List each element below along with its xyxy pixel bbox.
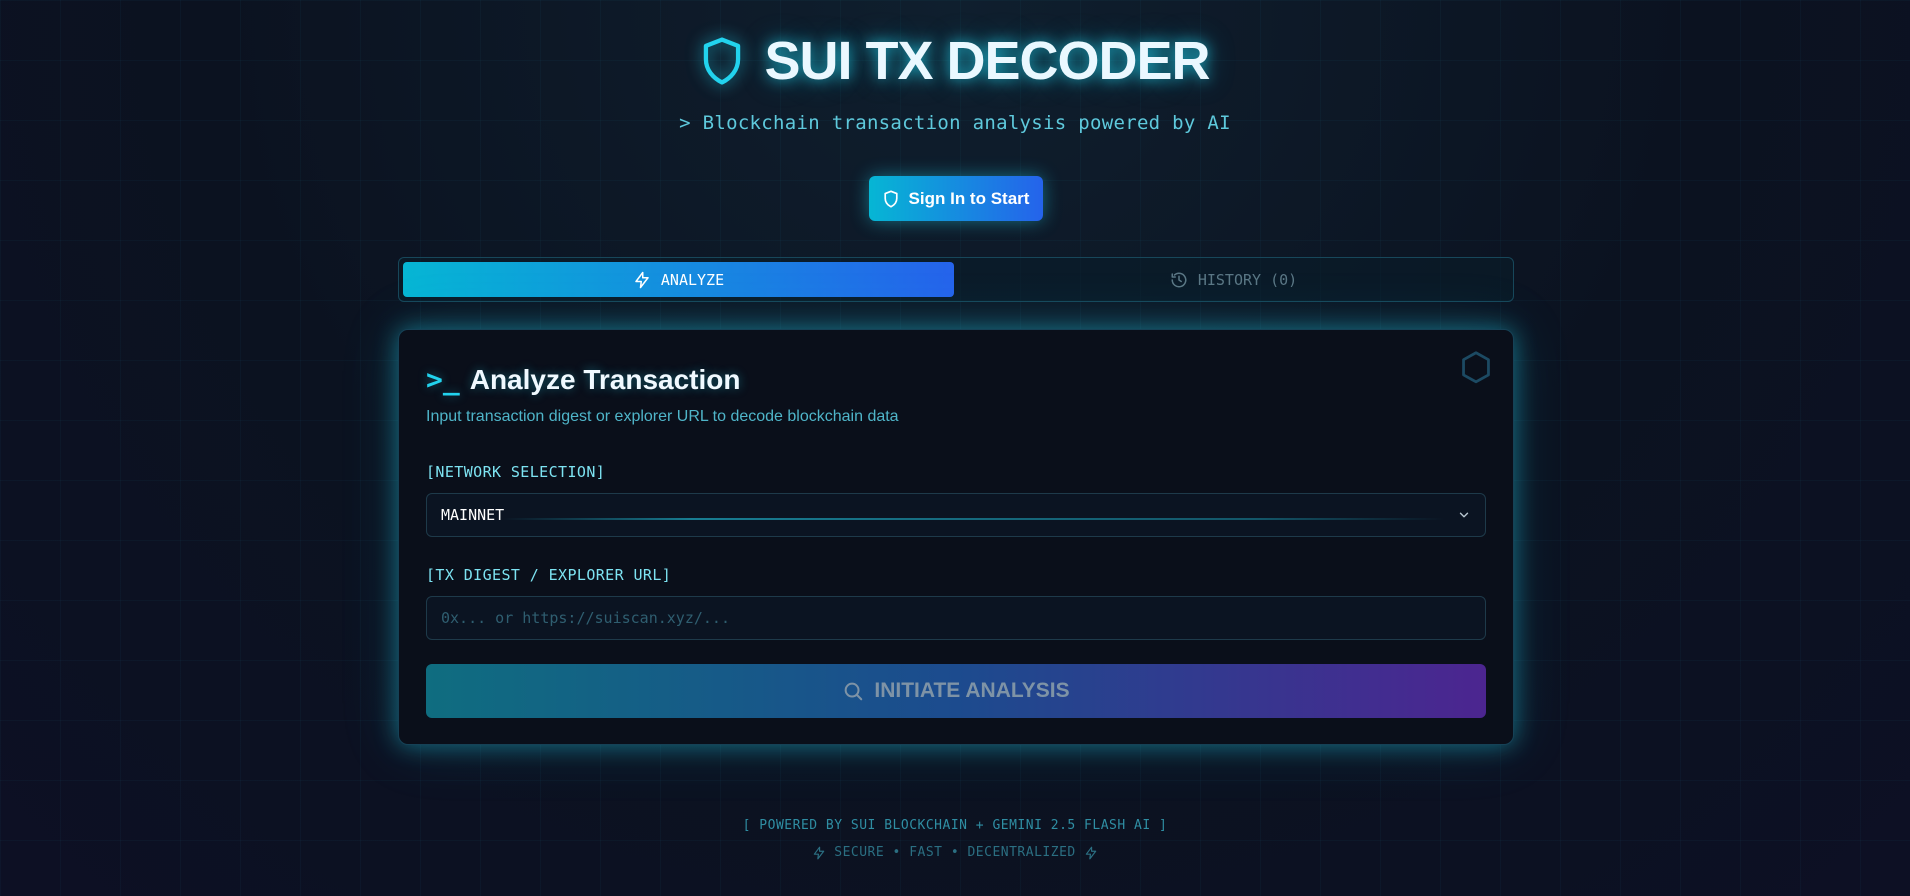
search-icon	[842, 680, 864, 702]
analyze-card: >_ Analyze Transaction Input transaction…	[398, 329, 1514, 745]
app-title: SUI TX DECODER	[764, 31, 1210, 91]
chevron-down-icon	[1457, 508, 1471, 522]
lightning-icon	[812, 846, 826, 860]
lightning-icon	[1084, 846, 1098, 860]
network-selected-value: MAINNET	[441, 506, 505, 524]
network-label: [NETWORK SELECTION]	[426, 463, 606, 481]
card-title: >_ Analyze Transaction	[426, 363, 740, 396]
initiate-analysis-button[interactable]: INITIATE ANALYSIS	[426, 664, 1486, 718]
history-icon	[1170, 271, 1188, 289]
shield-small-icon	[883, 189, 899, 208]
sign-in-label: Sign In to Start	[908, 188, 1030, 208]
card-description: Input transaction digest or explorer URL…	[426, 408, 899, 425]
tab-analyze[interactable]: ANALYZE	[403, 262, 954, 297]
lightning-icon	[633, 271, 651, 289]
tab-analyze-label: ANALYZE	[660, 270, 725, 289]
sign-in-button[interactable]: Sign In to Start	[869, 176, 1043, 221]
tab-history[interactable]: HISTORY (0)	[958, 262, 1509, 297]
network-select[interactable]: MAINNET	[426, 493, 1486, 537]
footer-tagline-text: SECURE • FAST • DECENTRALIZED	[834, 845, 1076, 860]
card-title-text: Analyze Transaction	[469, 364, 741, 395]
footer-tagline: SECURE • FAST • DECENTRALIZED	[0, 845, 1910, 860]
tx-digest-label: [TX DIGEST / EXPLORER URL]	[426, 566, 672, 584]
tab-bar: ANALYZE HISTORY (0)	[398, 257, 1514, 302]
app-header: SUI TX DECODER	[0, 30, 1910, 92]
tx-digest-input[interactable]	[426, 596, 1486, 640]
initiate-analysis-label: INITIATE ANALYSIS	[874, 679, 1070, 702]
hexagon-icon	[1459, 350, 1493, 386]
app-subtitle: > Blockchain transaction analysis powere…	[679, 112, 1231, 134]
tab-history-label: HISTORY (0)	[1197, 270, 1298, 289]
select-glow-line	[503, 518, 1445, 520]
shield-icon	[700, 36, 744, 86]
footer-powered-by: [ POWERED BY SUI BLOCKCHAIN + GEMINI 2.5…	[742, 818, 1168, 833]
terminal-prompt: >_	[426, 363, 460, 396]
